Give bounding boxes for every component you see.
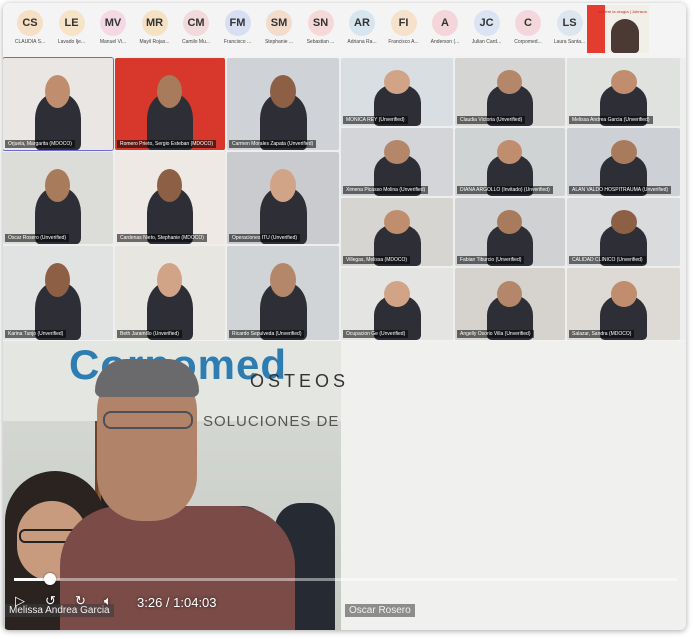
participant-tile-label: Claudia Victoria (Unverified) <box>457 116 526 124</box>
participant-tile-label: MONICA REY (Unverified) <box>343 116 408 124</box>
participant-tile-label: Ximena Picasso Molina (Unverified) <box>343 186 429 194</box>
avatar: C <box>515 10 541 36</box>
avatar: CM <box>183 10 209 36</box>
participant-tile-label: Ocupacion Ge (Unverified) <box>343 330 409 338</box>
participant-tile-label: Oscar Rosero (Unverified) <box>5 234 70 242</box>
participant-tile-label: Carmen Morales Zapata (Unverified) <box>229 140 317 148</box>
avatar: LS <box>556 10 583 36</box>
avatar: SM <box>266 10 292 36</box>
participant-video-tile[interactable]: Melissa Andrea Garcia (Unverified) <box>567 58 680 126</box>
meeting-recording-frame: CS CLAUDIA S... LE Lavado Ije... MV Manuel Vi… <box>3 3 686 630</box>
participant-video-tile[interactable]: Romero Prieto, Sergio Esteban (MDOCO) <box>115 58 225 150</box>
avatar: MR <box>141 10 168 36</box>
participant-tile-label: Beth Jaramillo (Unverified) <box>117 330 182 338</box>
participant-video-tile[interactable]: Carmen Morales Zapata (Unverified) <box>227 58 339 150</box>
video-gallery-grid: Orjuela, Margarita (MDOCO) Romero Prieto,… <box>3 57 686 340</box>
playback-time: 3:26 / 1:04:03 <box>137 595 217 610</box>
participant-video-tile[interactable]: Oscar Rosero (Unverified) <box>3 152 113 244</box>
forward-10-icon[interactable]: ↻ <box>75 593 86 609</box>
play-icon[interactable]: ▷ <box>15 593 25 609</box>
participant-video-tile[interactable]: Operaciones ITU (Unverified) <box>227 152 339 244</box>
participant-video-tile[interactable]: DIANA ARGOLLO (Invitado) (Unverified) <box>455 128 565 196</box>
participant-tile-label: DIANA ARGOLLO (Invitado) (Unverified) <box>457 186 553 194</box>
self-view-tile: acelere la cirugía | Johnson <box>587 5 649 53</box>
main-video-stage[interactable]: Corpomed OSTEOS SOLUCIONES DE Melissa An… <box>3 341 686 630</box>
participant-video-tile[interactable]: Ocupacion Ge (Unverified) <box>341 268 453 340</box>
avatar: FI <box>390 10 417 36</box>
avatar: CS <box>17 10 43 36</box>
participant-tile-label: Villegas, Melissa (MDOCO) <box>343 256 411 264</box>
participant-strip: CS CLAUDIA S... LE Lavado Ije... MV Manuel Vi… <box>3 3 686 55</box>
avatar: A <box>432 10 458 36</box>
participant-tile-label: Salazar, Sandra (MDOCO) <box>569 330 635 338</box>
participant-video-tile[interactable]: CALIDAD CLINICO (Unverified) <box>567 198 680 266</box>
logo-tagline: SOLUCIONES DE <box>203 413 340 430</box>
participant-tile-label: Karina Tunjo (Unverified) <box>5 330 67 338</box>
participant-tile-label: ALAN VALDO HOSPITRAUMA (Unverified) <box>569 186 672 194</box>
volume-icon[interactable]: 🔈︎ <box>104 593 112 609</box>
seek-bar[interactable] <box>14 578 677 581</box>
participant-tile-label: CALIDAD CLINICO (Unverified) <box>569 256 646 264</box>
avatar: MV <box>100 10 126 36</box>
participant-video-tile[interactable]: Karina Tunjo (Unverified) <box>3 246 113 340</box>
avatar <box>611 19 639 53</box>
participant-video-tile[interactable]: ALAN VALDO HOSPITRAUMA (Unverified) <box>567 128 680 196</box>
participant-video-tile[interactable]: Ricardo Sepulveda (Unverified) <box>227 246 339 340</box>
logo-subtitle: OSTEOS <box>250 371 350 391</box>
participant-video-tile[interactable]: Salazar, Sandra (MDOCO) <box>567 268 680 340</box>
participant-tile-label: Cardenas Nieto, Stephanie (MDOCO) <box>117 234 207 242</box>
participant-video-tile[interactable]: Villegas, Melissa (MDOCO) <box>341 198 453 266</box>
participant-video-tile[interactable]: Cardenas Nieto, Stephanie (MDOCO) <box>115 152 225 244</box>
rewind-10-icon[interactable]: ↺ <box>45 593 56 609</box>
participant-tile-label: Romero Prieto, Sergio Esteban (MDOCO) <box>117 140 217 148</box>
participant-video-tile[interactable]: Beth Jaramillo (Unverified) <box>115 246 225 340</box>
participant-video-tile[interactable]: Angelly Osorio Villa (Unverified) <box>455 268 565 340</box>
avatar: FM <box>224 10 251 36</box>
participant-video-tile[interactable]: Ximena Picasso Molina (Unverified) <box>341 128 453 196</box>
participant-video-tile[interactable]: Claudia Victoria (Unverified) <box>455 58 565 126</box>
participant-video-tile[interactable]: MONICA REY (Unverified) <box>341 58 453 126</box>
participant-tile-label: Melissa Andrea Garcia (Unverified) <box>569 116 653 124</box>
participant-video-tile[interactable]: Orjuela, Margarita (MDOCO) <box>3 57 114 151</box>
avatar: SN <box>307 10 334 36</box>
participant-tile-label: Ricardo Sepulveda (Unverified) <box>229 330 305 338</box>
participant-video-tile[interactable]: Fabian Tiburcio (Unverified) <box>455 198 565 266</box>
right-speaker-name: Oscar Rosero <box>345 604 415 617</box>
avatar: AR <box>349 10 375 36</box>
participant-tile-label: Angelly Osorio Villa (Unverified) <box>457 330 534 338</box>
participant-tile-label: Fabian Tiburcio (Unverified) <box>457 256 525 264</box>
avatar: LE <box>58 10 85 36</box>
right-speaker-video <box>341 341 686 630</box>
self-view-brand: acelere la cirugía | Johnson <box>598 9 647 14</box>
avatar: JC <box>473 10 500 36</box>
seek-handle[interactable] <box>44 573 56 585</box>
participant-tile-label: Orjuela, Margarita (MDOCO) <box>5 140 75 148</box>
participant-tile-label: Operaciones ITU (Unverified) <box>229 234 301 242</box>
